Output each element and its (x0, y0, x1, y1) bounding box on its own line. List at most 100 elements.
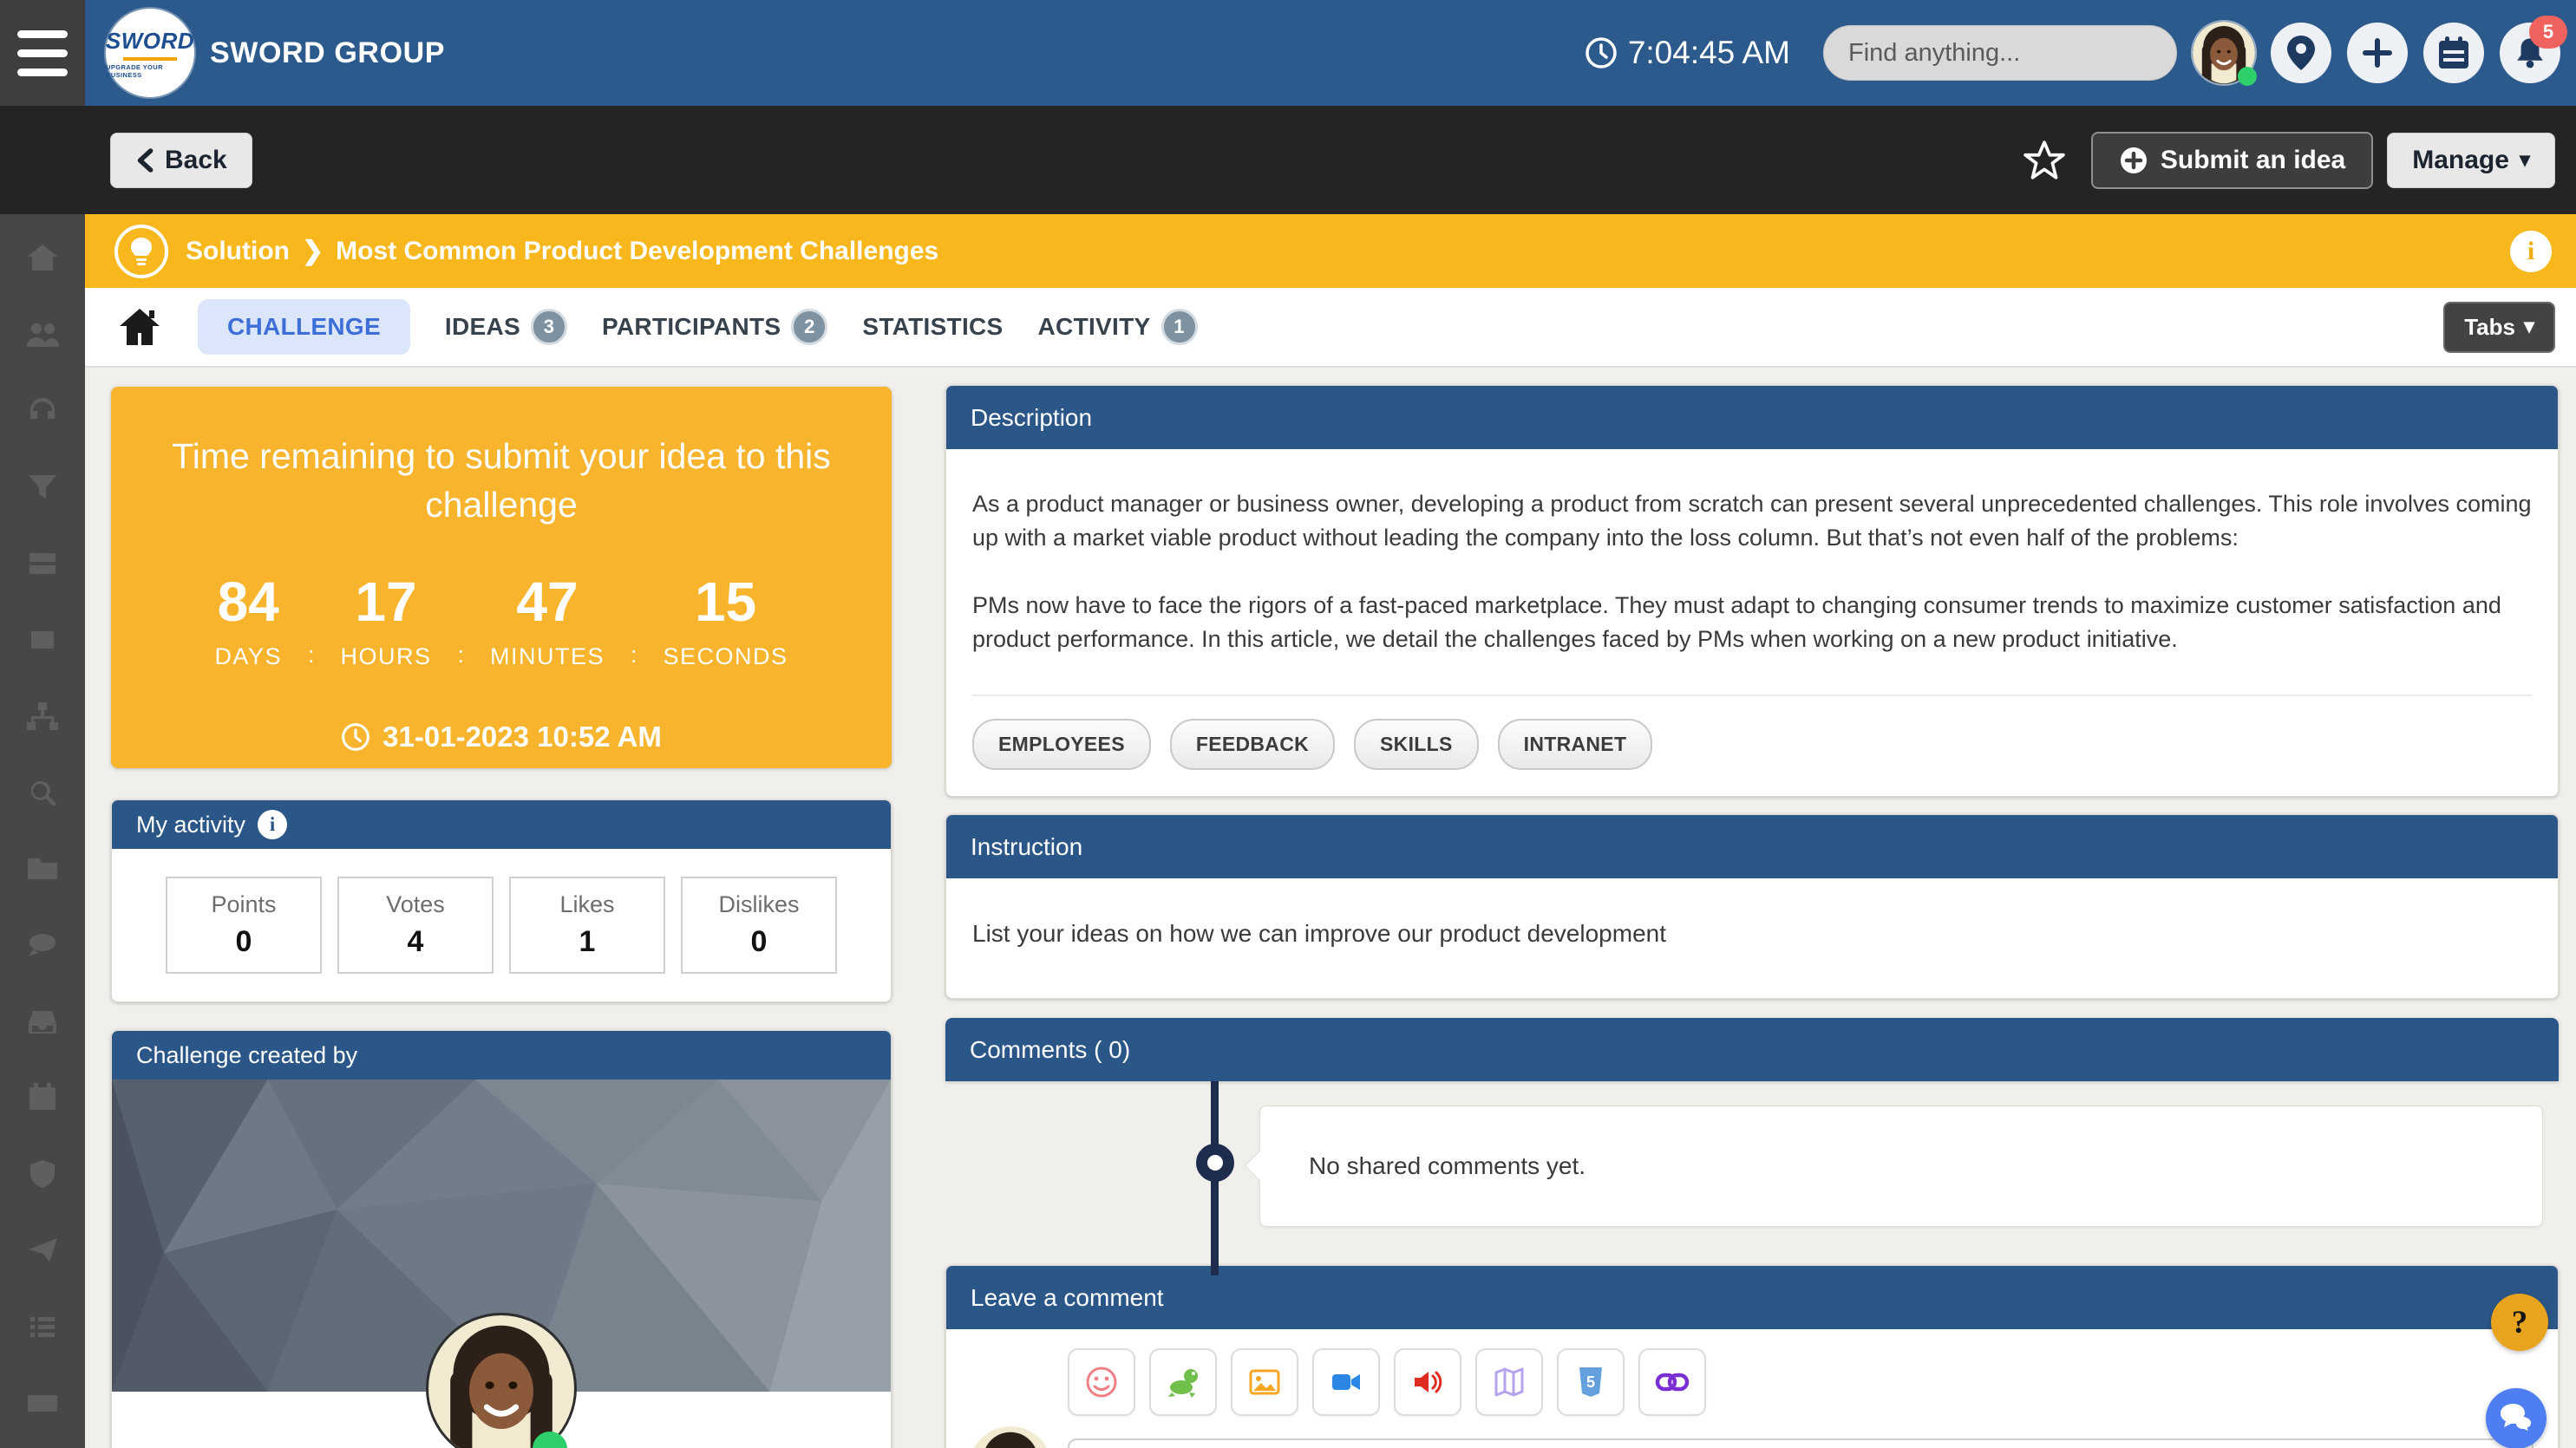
tab-participants[interactable]: PARTICIPANTS 2 (602, 309, 827, 345)
sidebar-users-icon[interactable] (23, 315, 62, 355)
tab-activity[interactable]: ACTIVITY 1 (1038, 309, 1198, 345)
add-button[interactable] (2347, 23, 2408, 83)
sidebar-folder-icon[interactable] (23, 849, 62, 889)
image-button[interactable] (1231, 1348, 1298, 1416)
sidebar-list-icon[interactable] (23, 1307, 62, 1347)
tabs-dropdown-button[interactable]: Tabs ▾ (2443, 302, 2555, 353)
action-bar: Back Submit an idea Manage ▾ (0, 106, 2576, 214)
sidebar-calendar-icon[interactable] (23, 1078, 62, 1118)
chevron-left-icon (135, 147, 154, 173)
tabs-dropdown-label: Tabs (2464, 314, 2515, 341)
stat-label: Likes (559, 891, 614, 918)
sidebar-chat-icon[interactable] (23, 925, 62, 965)
help-button[interactable]: ? (2491, 1294, 2548, 1351)
sidebar-keyboard-icon[interactable] (23, 1383, 62, 1423)
tag-employees[interactable]: EMPLOYEES (972, 719, 1151, 770)
emoji-button[interactable] (1068, 1348, 1135, 1416)
sidebar-inbox-icon[interactable] (23, 1001, 62, 1041)
timeline-node (1196, 1144, 1234, 1182)
sword-logo[interactable]: SWORD UPGRADE YOUR BUSINESS (106, 9, 194, 97)
chat-bubbles-icon (2498, 1402, 2534, 1435)
tab-participants-count-badge: 2 (791, 309, 827, 345)
speaker-icon (1409, 1364, 1446, 1400)
banner-info-button[interactable]: i (2510, 231, 2552, 272)
video-camera-icon (1328, 1364, 1364, 1400)
stat-value: 0 (236, 925, 252, 959)
countdown-timezone: Timezone: Australia/Brisbane (GMT +10:00… (111, 766, 892, 768)
description-header: Description (946, 386, 2558, 449)
chat-button[interactable] (2486, 1388, 2547, 1448)
tab-statistics-label: STATISTICS (862, 313, 1003, 341)
submit-idea-button[interactable]: Submit an idea (2091, 132, 2373, 189)
html5-button[interactable]: 5 (1557, 1348, 1625, 1416)
link-button[interactable] (1638, 1348, 1706, 1416)
back-button[interactable]: Back (110, 133, 252, 188)
hamburger-menu-button[interactable] (0, 0, 85, 106)
top-bar: SWORD UPGRADE YOUR BUSINESS SWORD GROUP … (0, 0, 2576, 106)
page-shell: Solution ❯ Most Common Product Developme… (0, 214, 2576, 1448)
description-body: As a product manager or business owner, … (946, 449, 2558, 796)
sidebar-sitemap-icon[interactable] (23, 696, 62, 736)
map-button[interactable] (1475, 1348, 1543, 1416)
stat-label: Votes (386, 891, 445, 918)
favorite-star-button[interactable] (2024, 140, 2065, 180)
video-button[interactable] (1312, 1348, 1380, 1416)
my-activity-stats: Points 0 Votes 4 Likes 1 Dislikes (112, 849, 891, 1001)
breadcrumb-section[interactable]: Solution (186, 237, 290, 266)
search-input[interactable] (1824, 39, 2177, 68)
countdown-deadline: 31-01-2023 10:52 AM (111, 721, 892, 753)
manage-button[interactable]: Manage ▾ (2387, 133, 2555, 188)
my-activity-header: My activity i (112, 800, 891, 849)
tab-home-button[interactable] (116, 305, 163, 349)
creator-header: Challenge created by (112, 1031, 891, 1079)
calendar-button[interactable] (2423, 23, 2484, 83)
hamburger-bar (17, 30, 68, 38)
countdown-seconds-label: SECONDS (664, 643, 788, 670)
gif-frog-icon (1165, 1364, 1201, 1400)
tab-statistics[interactable]: STATISTICS (862, 313, 1003, 341)
stat-value: 4 (408, 925, 424, 959)
tab-activity-label: ACTIVITY (1038, 313, 1151, 341)
online-status-dot (2238, 67, 2257, 86)
sidebar-filter-icon[interactable] (23, 467, 62, 507)
tab-challenge[interactable]: CHALLENGE (198, 299, 410, 355)
logo-underline (123, 57, 177, 61)
empty-comments-text: No shared comments yet. (1309, 1152, 1585, 1180)
notifications-button[interactable]: 5 (2500, 23, 2560, 83)
tag-intranet[interactable]: INTRANET (1498, 719, 1653, 770)
gif-button[interactable] (1149, 1348, 1217, 1416)
tag-skills[interactable]: SKILLS (1354, 719, 1479, 770)
left-sidebar (0, 214, 85, 1448)
leave-comment-title: Leave a comment (971, 1284, 1164, 1312)
time-text: 7:04:45 AM (1628, 35, 1790, 71)
map-icon (1491, 1364, 1527, 1400)
sidebar-search-icon[interactable] (23, 773, 62, 812)
leave-comment-card: Leave a comment (945, 1265, 2559, 1448)
page-title: Most Common Product Development Challeng… (336, 237, 938, 266)
sidebar-shield-icon[interactable] (23, 1154, 62, 1194)
tab-ideas[interactable]: IDEAS 3 (445, 309, 567, 345)
logo-tagline: UPGRADE YOUR BUSINESS (106, 63, 194, 79)
sidebar-headset-icon[interactable] (23, 391, 62, 431)
sidebar-cards-icon[interactable] (23, 544, 62, 584)
comment-input[interactable] (1068, 1438, 2534, 1448)
user-avatar-button[interactable] (2193, 22, 2255, 84)
topbar-right-group: 7:04:45 AM 5 (1585, 22, 2576, 84)
comment-toolbar: 5 (1068, 1348, 2534, 1416)
challenge-banner: Solution ❯ Most Common Product Developme… (85, 214, 2576, 288)
sidebar-box-icon[interactable] (23, 620, 62, 660)
tag-feedback[interactable]: FEEDBACK (1170, 719, 1335, 770)
my-activity-info-button[interactable]: i (258, 810, 287, 839)
stat-points: Points 0 (166, 877, 322, 974)
tab-activity-count-badge: 1 (1161, 309, 1198, 345)
caret-down-icon: ▾ (2520, 150, 2530, 171)
global-search (1823, 25, 2177, 81)
location-button[interactable] (2271, 23, 2331, 83)
calendar-icon (2436, 35, 2471, 71)
challenge-creator-card: Challenge created by (111, 1030, 892, 1448)
sidebar-send-icon[interactable] (23, 1230, 62, 1270)
stat-dislikes: Dislikes 0 (681, 877, 837, 974)
stat-label: Dislikes (718, 891, 799, 918)
sidebar-home-icon[interactable] (23, 238, 62, 278)
audio-button[interactable] (1394, 1348, 1461, 1416)
